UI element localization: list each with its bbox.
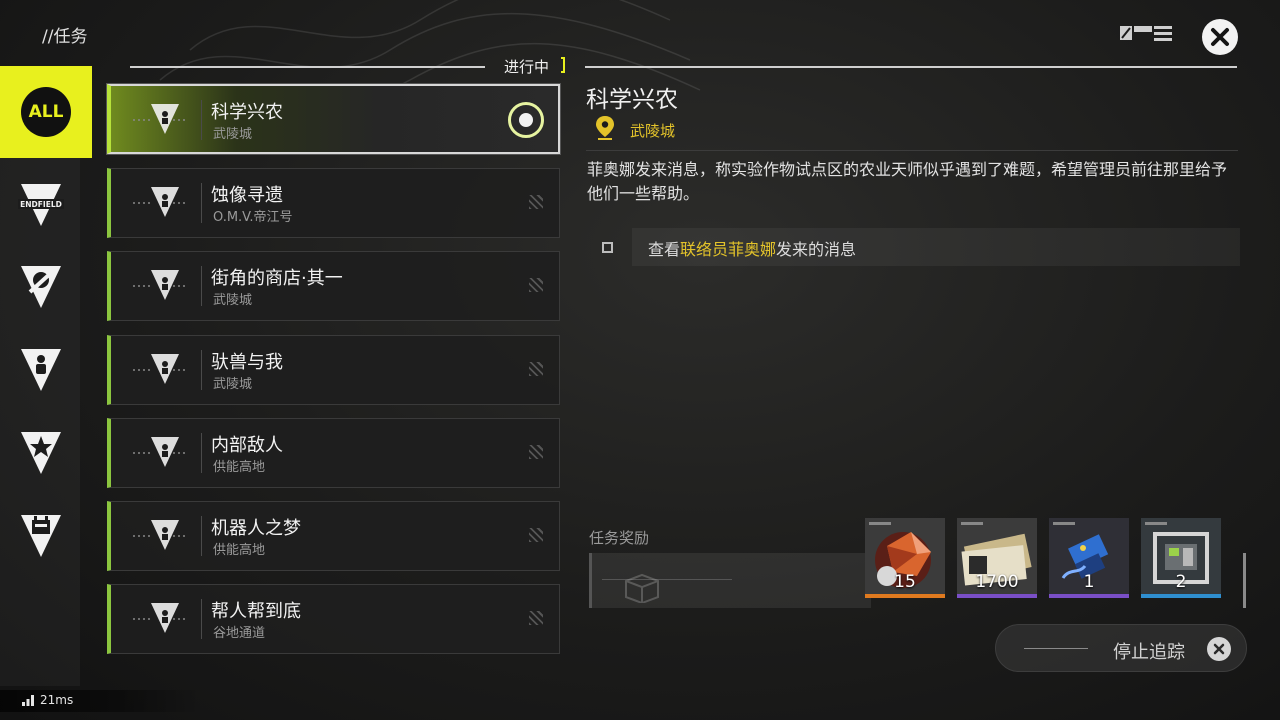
- system-menu-icon[interactable]: [1120, 24, 1172, 46]
- tracking-target-icon[interactable]: [508, 102, 544, 138]
- location-pin-icon: [596, 116, 614, 140]
- rarity-bar: [865, 594, 945, 598]
- star-emblem-icon[interactable]: [16, 430, 66, 476]
- quest-detail-location: 武陵城: [630, 122, 676, 140]
- reward-quantity: 15: [894, 572, 916, 592]
- detail-divider: [586, 150, 1238, 151]
- objective-suffix: 发来的消息: [776, 240, 857, 259]
- page-title: //任务: [42, 27, 88, 47]
- quest-description: 菲奥娜发来消息，称实验作物试点区的农业天师似乎遇到了难题，希望管理员前往那里给予…: [587, 160, 1228, 203]
- quest-separator: [201, 100, 202, 140]
- item-tag-bar: [961, 522, 983, 525]
- quest-location: 武陵城: [213, 293, 253, 308]
- rarity-bar: [957, 594, 1037, 598]
- in-progress-label: 进行中: [504, 58, 550, 76]
- item-tag-bar: [1053, 522, 1075, 525]
- quest-emblem-icon: [129, 183, 189, 223]
- quest-name: 机器人之梦: [211, 518, 301, 539]
- quest-location: 供能高地: [213, 460, 266, 475]
- reward-quantity: 1700: [975, 572, 1019, 592]
- signal-icon: [22, 695, 34, 706]
- quest-name: 街角的商店·其一: [211, 268, 343, 289]
- quest-location: 供能高地: [213, 543, 266, 558]
- header-divider-right: [585, 66, 1237, 68]
- endfield-emblem-icon[interactable]: ENDFIELD: [16, 182, 66, 228]
- quest-name: 科学兴农: [211, 102, 283, 123]
- hatch-decoration: [529, 278, 543, 292]
- person-emblem-icon[interactable]: [16, 347, 66, 393]
- slash-emblem-icon[interactable]: [16, 264, 66, 310]
- quest-emblem-icon: [129, 516, 189, 556]
- reward-quantity: 2: [1175, 572, 1187, 592]
- objective-checkbox: [602, 242, 613, 253]
- header-divider-left: [130, 66, 485, 68]
- endfield-tab-label: ENDFIELD: [20, 200, 62, 209]
- item-tag-bar: [869, 522, 891, 525]
- item-tag-bar: [1145, 522, 1167, 525]
- rewards-strip-line: [602, 579, 732, 580]
- quest-location: O.M.V.帝江号: [213, 210, 293, 225]
- quest-emblem-icon: [129, 350, 189, 390]
- quest-item[interactable]: 蚀像寻遗 O.M.V.帝江号: [107, 168, 560, 238]
- quest-name: 蚀像寻遗: [211, 185, 283, 206]
- quest-name: 内部敌人: [211, 435, 283, 456]
- close-button[interactable]: [1202, 19, 1238, 55]
- quest-item[interactable]: 机器人之梦 供能高地: [107, 501, 560, 571]
- hatch-decoration: [529, 362, 543, 376]
- quest-emblem-icon: [129, 433, 189, 473]
- hatch-decoration: [529, 195, 543, 209]
- quest-item[interactable]: 内部敌人 供能高地: [107, 418, 560, 488]
- quest-item[interactable]: 驮兽与我 武陵城: [107, 335, 560, 405]
- stop-tracking-button[interactable]: 停止追踪: [995, 624, 1247, 672]
- reward-item[interactable]: 1700: [957, 518, 1037, 598]
- close-icon: [1207, 637, 1231, 661]
- objective-text: 查看联络员菲奥娜发来的消息: [648, 236, 856, 260]
- hatch-decoration: [529, 445, 543, 459]
- status-bracket-marker: [561, 57, 565, 73]
- stop-tracking-label: 停止追踪: [1113, 642, 1185, 663]
- quest-item[interactable]: 科学兴农 武陵城: [107, 84, 560, 154]
- rewards-strip: [589, 553, 871, 608]
- hatch-decoration: [529, 528, 543, 542]
- quest-separator: [201, 183, 202, 223]
- quest-separator: [201, 266, 202, 306]
- hatch-decoration: [529, 611, 543, 625]
- quest-name: 驮兽与我: [211, 352, 283, 373]
- calendar-emblem-icon[interactable]: [16, 513, 66, 559]
- rewards-scrollbar[interactable]: [1243, 553, 1246, 608]
- quest-name: 帮人帮到底: [211, 601, 301, 622]
- quest-location: 武陵城: [213, 127, 253, 142]
- box-icon: [625, 573, 659, 603]
- rewards-label: 任务奖励: [589, 529, 650, 547]
- quest-separator: [201, 516, 202, 556]
- quest-location: 武陵城: [213, 377, 253, 392]
- network-status: 21ms: [0, 690, 200, 712]
- quest-emblem-icon: [129, 599, 189, 639]
- quest-separator: [201, 599, 202, 639]
- all-badge-icon: ALL: [21, 87, 71, 137]
- button-accent-line: [1024, 648, 1088, 649]
- quest-location: 谷地通道: [213, 626, 266, 641]
- reward-item[interactable]: 2: [1141, 518, 1221, 598]
- quest-item[interactable]: 街角的商店·其一武陵城: [107, 251, 560, 321]
- objective-highlight-contact: 联络员菲奥娜: [680, 240, 777, 259]
- category-all-tab[interactable]: ALL: [0, 66, 92, 158]
- quest-separator: [201, 350, 202, 390]
- quest-emblem-icon: [129, 266, 189, 306]
- quest-separator: [201, 433, 202, 473]
- rarity-bar: [1049, 594, 1129, 598]
- ping-value: 21ms: [40, 693, 74, 707]
- quest-detail-title: 科学兴农: [586, 87, 678, 113]
- reward-item[interactable]: 15: [865, 518, 945, 598]
- reward-item[interactable]: 1: [1049, 518, 1129, 598]
- quest-item[interactable]: 帮人帮到底 谷地通道: [107, 584, 560, 654]
- reward-quantity: 1: [1083, 572, 1095, 592]
- objective-prefix: 查看: [648, 240, 681, 259]
- rarity-bar: [1141, 594, 1221, 598]
- quest-emblem-icon: [129, 100, 189, 140]
- close-icon: [1211, 28, 1229, 46]
